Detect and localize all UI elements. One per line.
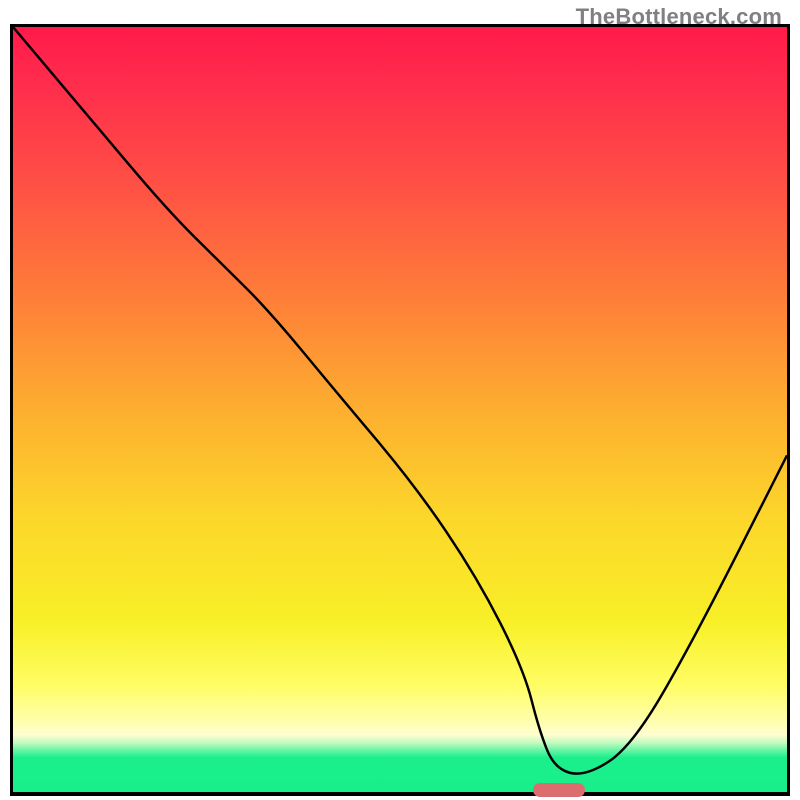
optimal-marker xyxy=(533,783,584,797)
chart-frame xyxy=(10,24,790,796)
bottleneck-gradient-background xyxy=(13,27,787,792)
